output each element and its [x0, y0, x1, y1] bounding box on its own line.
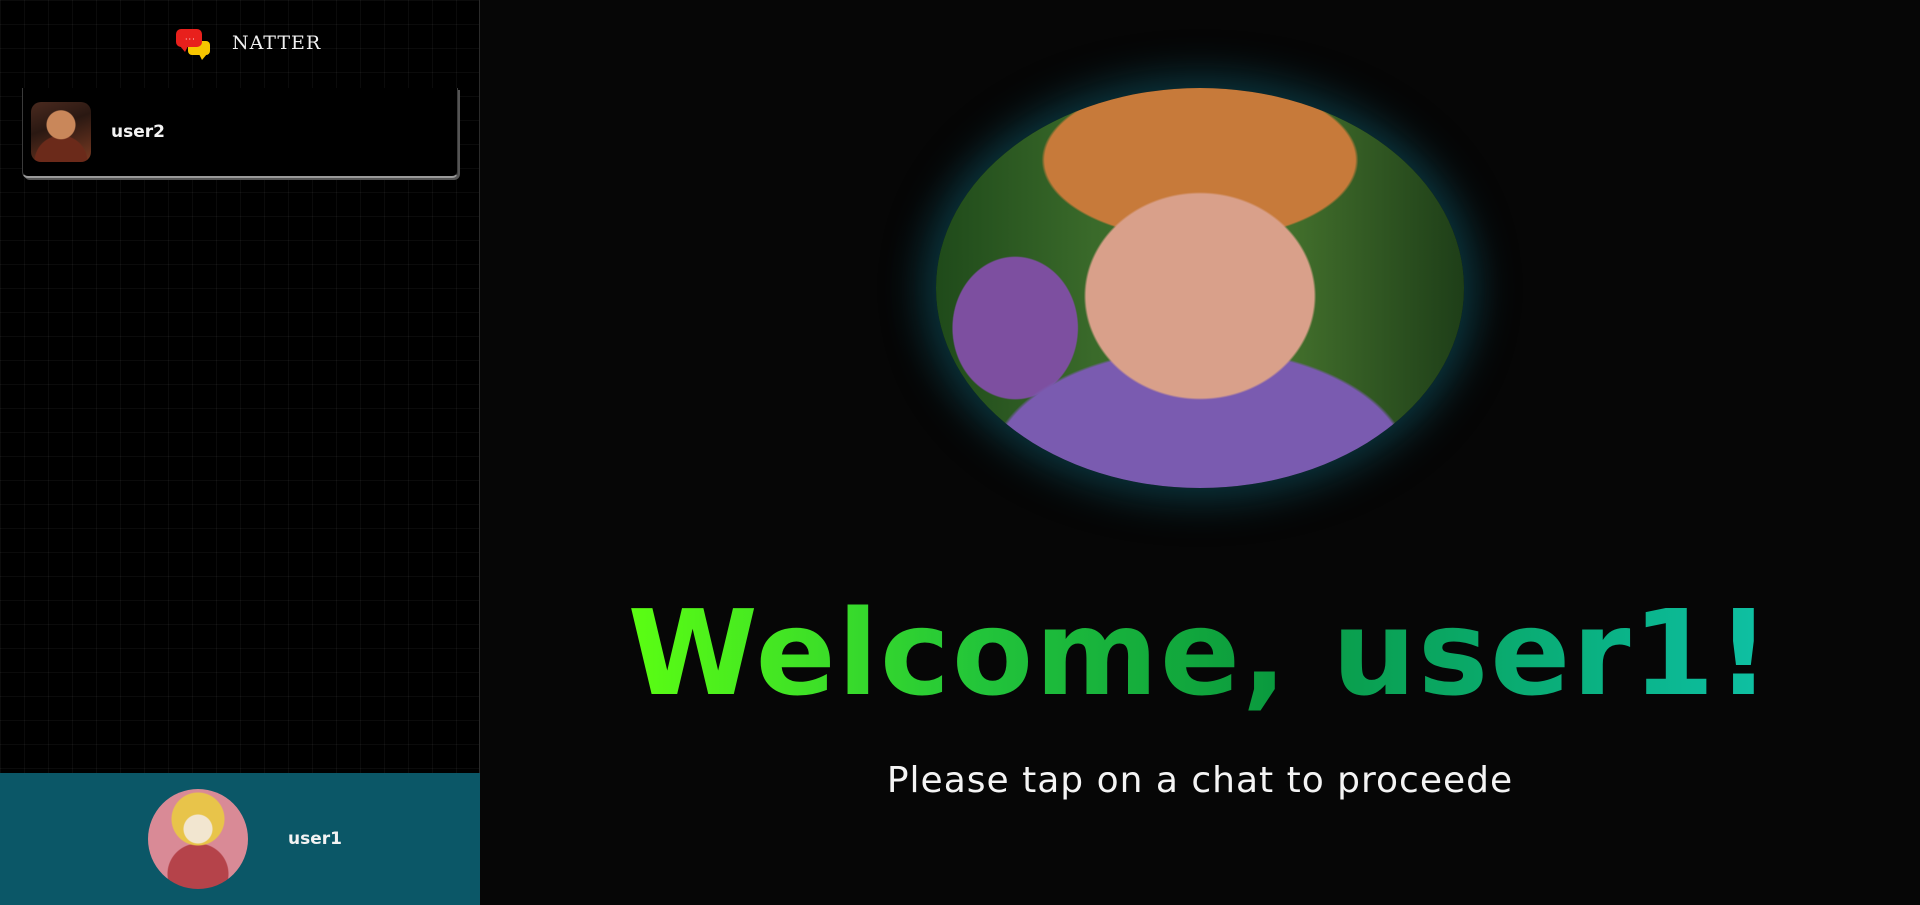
brand-name: NATTER [232, 32, 322, 54]
avatar [31, 102, 91, 162]
current-user-name: user1 [288, 829, 342, 849]
sidebar: ··· NATTER user2 user1 [0, 0, 480, 905]
brand: ··· NATTER [174, 26, 321, 60]
chat-list: user2 [22, 88, 458, 178]
chat-bubbles-icon: ··· [174, 27, 212, 60]
chat-item-name: user2 [111, 122, 165, 142]
welcome-panel: Welcome, user1! Please tap on a chat to … [480, 0, 1920, 905]
app-root: ··· NATTER user2 user1 Welcome, user1! P… [0, 0, 1920, 905]
current-user-bar: user1 [0, 773, 480, 905]
welcome-subtitle: Please tap on a chat to proceede [886, 760, 1514, 801]
welcome-hero-image [936, 88, 1464, 488]
chat-item-user2[interactable]: user2 [22, 88, 458, 178]
current-user-avatar[interactable] [148, 789, 248, 889]
red-bubble-shape: ··· [176, 29, 202, 52]
welcome-heading: Welcome, user1! [480, 578, 1920, 728]
